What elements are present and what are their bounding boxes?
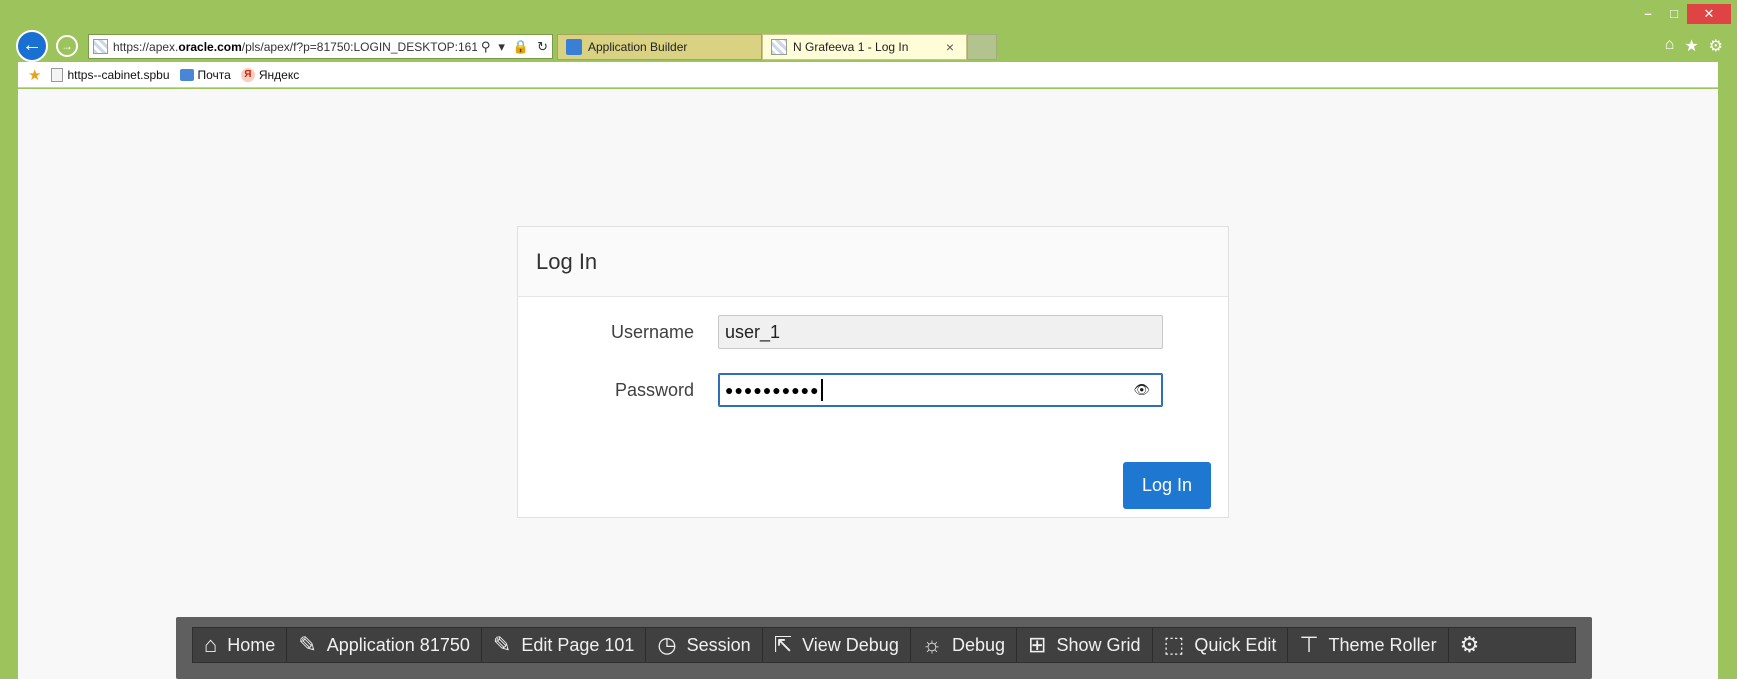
apex-favicon-icon [566,39,582,55]
settings-gear-icon[interactable]: ⚙ [1709,36,1723,56]
favorites-bar: ★ https--cabinet.spbu Почта Я Яндекс [18,62,1718,88]
devbar-show-grid[interactable]: ⊞ Show Grid [1017,628,1153,662]
minimize-icon[interactable]: – [1635,4,1661,24]
password-row: Password ●●●●●●●●●● 👁 [518,373,1230,407]
edit-page-icon: ✎ [492,632,512,657]
developer-toolbar: ⌂ Home ✎ Application 81750 ✎ Edit Page 1… [176,617,1592,679]
mail-icon [179,68,194,81]
maximize-icon[interactable]: □ [1661,4,1687,24]
add-favorite-icon[interactable]: ★ [28,66,41,84]
paint-roller-icon: ⊤ [1299,632,1319,657]
tab-application-builder[interactable]: Application Builder [557,34,762,60]
view-debug-icon: ⇱ [773,632,793,657]
refresh-icon[interactable]: ↻ [533,39,552,55]
site-favicon-icon [93,39,108,54]
window-titlebar: – □ ✕ ← → https://apex.oracle.com/pls/ap… [0,0,1737,62]
favorite-mail[interactable]: Почта [179,68,231,82]
password-mask: ●●●●●●●●●● [725,382,820,398]
favorite-yandex[interactable]: Я Яндекс [240,67,299,82]
gear-icon: ⚙ [1459,632,1480,657]
url-text[interactable]: https://apex.oracle.com/pls/apex/f?p=817… [113,40,477,54]
bug-icon: ☼ [921,632,942,657]
login-button[interactable]: Log In [1123,462,1211,509]
clock-icon: ◷ [657,632,677,657]
lock-icon[interactable]: 🔒 [509,39,533,55]
devbar-quick-edit[interactable]: ⬚ Quick Edit [1153,628,1289,662]
devbar-view-debug[interactable]: ⇱ View Debug [763,628,911,662]
devbar-application[interactable]: ✎ Application 81750 [287,628,482,662]
password-label: Password [614,379,694,400]
devbar-home[interactable]: ⌂ Home [193,628,288,662]
devbar-debug[interactable]: ☼ Debug [911,628,1018,662]
login-region: Log In Username user_1 Password ●●●●●●●●… [517,226,1229,518]
home-icon: ⌂ [204,632,218,657]
new-tab-button[interactable] [967,34,997,60]
arrow-right-icon: → [61,39,73,53]
developer-toolbar-items: ⌂ Home ✎ Application 81750 ✎ Edit Page 1… [192,627,1576,663]
close-window-icon[interactable]: ✕ [1687,4,1731,24]
password-input[interactable]: ●●●●●●●●●● 👁 [718,373,1163,407]
username-row: Username user_1 [518,315,1230,349]
page-favicon-icon [771,39,787,55]
page-content: Log In Username user_1 Password ●●●●●●●●… [18,89,1718,679]
favorites-star-icon[interactable]: ★ [1684,36,1698,56]
favorite-cabinet[interactable]: https--cabinet.spbu [51,67,170,82]
devbar-theme-roller[interactable]: ⊤ Theme Roller [1288,628,1449,662]
reveal-password-icon[interactable]: 👁 [1133,382,1150,398]
dropdown-icon[interactable]: ▾ [494,39,509,55]
search-icon[interactable]: ⚲ [477,39,495,55]
back-button[interactable]: ← [16,30,48,62]
tab-login[interactable]: N Grafeeva 1 - Log In × [762,34,967,60]
home-page-icon[interactable]: ⌂ [1665,36,1675,56]
tab-close-icon[interactable]: × [946,39,954,55]
login-title: Log In [518,227,1228,297]
quick-edit-icon: ⬚ [1163,632,1185,657]
forward-button[interactable]: → [56,35,78,57]
edit-app-icon: ✎ [298,632,317,657]
devbar-session[interactable]: ◷ Session [646,628,763,662]
grid-icon: ⊞ [1028,632,1047,657]
window-controls: – □ ✕ [1635,4,1731,24]
devbar-edit-page[interactable]: ✎ Edit Page 101 [482,628,647,662]
arrow-left-icon: ← [22,34,42,56]
text-caret [820,379,823,401]
browser-toolbar-icons: ⌂ ★ ⚙ [1665,36,1723,56]
document-icon [51,67,64,82]
yandex-icon: Я [240,67,255,82]
address-bar[interactable]: https://apex.oracle.com/pls/apex/f?p=817… [88,34,553,59]
devbar-settings[interactable]: ⚙ [1449,628,1491,662]
username-input[interactable]: user_1 [718,315,1163,349]
username-label: Username [610,321,694,342]
